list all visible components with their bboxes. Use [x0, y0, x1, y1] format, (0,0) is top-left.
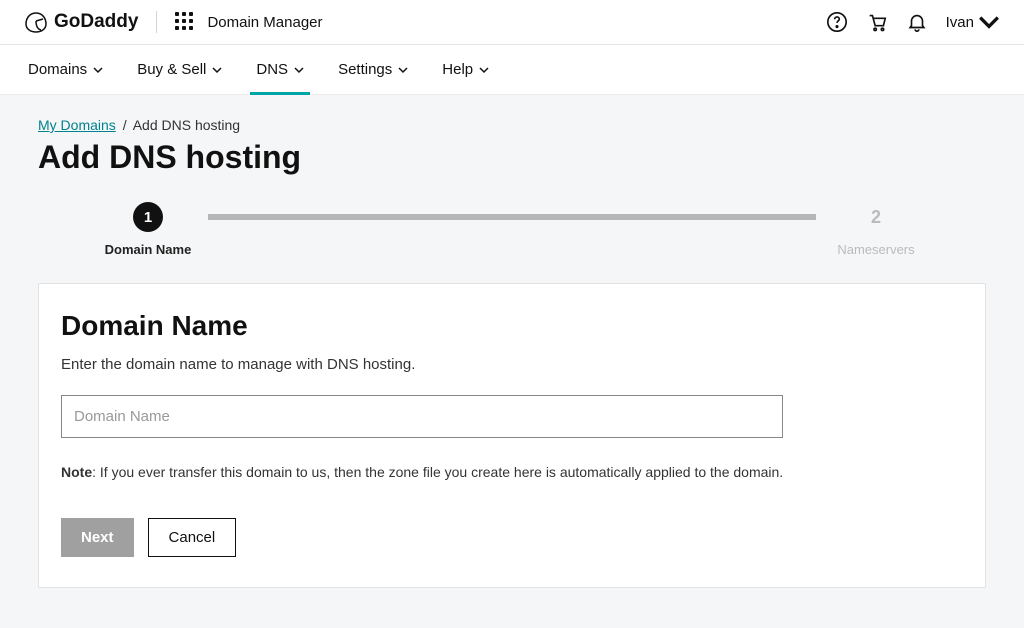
card-description: Enter the domain name to manage with DNS… [61, 356, 963, 373]
chevron-down-icon [398, 65, 408, 75]
nav-help[interactable]: Help [442, 45, 489, 94]
brand-logo[interactable]: GoDaddy [24, 10, 138, 34]
form-card: Domain Name Enter the domain name to man… [38, 283, 986, 588]
note-rest: : If you ever transfer this domain to us… [92, 464, 783, 480]
step-number: 2 [861, 202, 891, 232]
chevron-down-icon [212, 65, 222, 75]
step-label: Nameservers [837, 242, 914, 257]
godaddy-logo-icon [24, 10, 48, 34]
top-header: GoDaddy Domain Manager Ivan [0, 0, 1024, 45]
nav-label: Domains [28, 61, 87, 78]
breadcrumb-link[interactable]: My Domains [38, 117, 116, 133]
cart-icon[interactable] [866, 11, 888, 33]
domain-name-input[interactable] [61, 395, 783, 438]
user-name: Ivan [946, 14, 974, 31]
card-title: Domain Name [61, 310, 963, 342]
step-number: 1 [133, 202, 163, 232]
cancel-button[interactable]: Cancel [148, 518, 237, 557]
note-text: Note: If you ever transfer this domain t… [61, 464, 963, 480]
form-actions: Next Cancel [61, 518, 963, 557]
breadcrumb-current: Add DNS hosting [133, 117, 240, 133]
nav-domains[interactable]: Domains [28, 45, 103, 94]
header-left: GoDaddy Domain Manager [24, 10, 323, 34]
next-button[interactable]: Next [61, 518, 134, 557]
apps-grid-icon[interactable] [175, 12, 195, 32]
nav-dns[interactable]: DNS [256, 45, 304, 94]
notifications-icon[interactable] [906, 11, 928, 33]
nav-label: Buy & Sell [137, 61, 206, 78]
breadcrumb-separator: / [123, 117, 127, 133]
nav-buy-sell[interactable]: Buy & Sell [137, 45, 222, 94]
step-domain-name: 1 Domain Name [88, 202, 208, 257]
chevron-down-icon [294, 65, 304, 75]
header-right: Ivan [826, 11, 1000, 33]
nav-label: DNS [256, 61, 288, 78]
main-nav: Domains Buy & Sell DNS Settings Help [0, 45, 1024, 95]
app-title: Domain Manager [207, 14, 322, 31]
user-menu[interactable]: Ivan [946, 11, 1000, 33]
step-nameservers: 2 Nameservers [816, 202, 936, 257]
content-inner: My Domains / Add DNS hosting Add DNS hos… [22, 117, 1002, 588]
chevron-down-icon [93, 65, 103, 75]
step-bar [208, 214, 816, 220]
content-area: My Domains / Add DNS hosting Add DNS hos… [0, 95, 1024, 628]
progress-stepper: 1 Domain Name 2 Nameservers [38, 202, 986, 257]
step-label: Domain Name [105, 242, 192, 257]
page-title: Add DNS hosting [38, 139, 986, 176]
nav-label: Settings [338, 61, 392, 78]
header-divider [156, 11, 157, 33]
chevron-down-icon [978, 11, 1000, 33]
note-bold: Note [61, 464, 92, 480]
help-icon[interactable] [826, 11, 848, 33]
brand-name: GoDaddy [54, 11, 138, 33]
chevron-down-icon [479, 65, 489, 75]
breadcrumb: My Domains / Add DNS hosting [38, 117, 986, 133]
nav-label: Help [442, 61, 473, 78]
nav-settings[interactable]: Settings [338, 45, 408, 94]
